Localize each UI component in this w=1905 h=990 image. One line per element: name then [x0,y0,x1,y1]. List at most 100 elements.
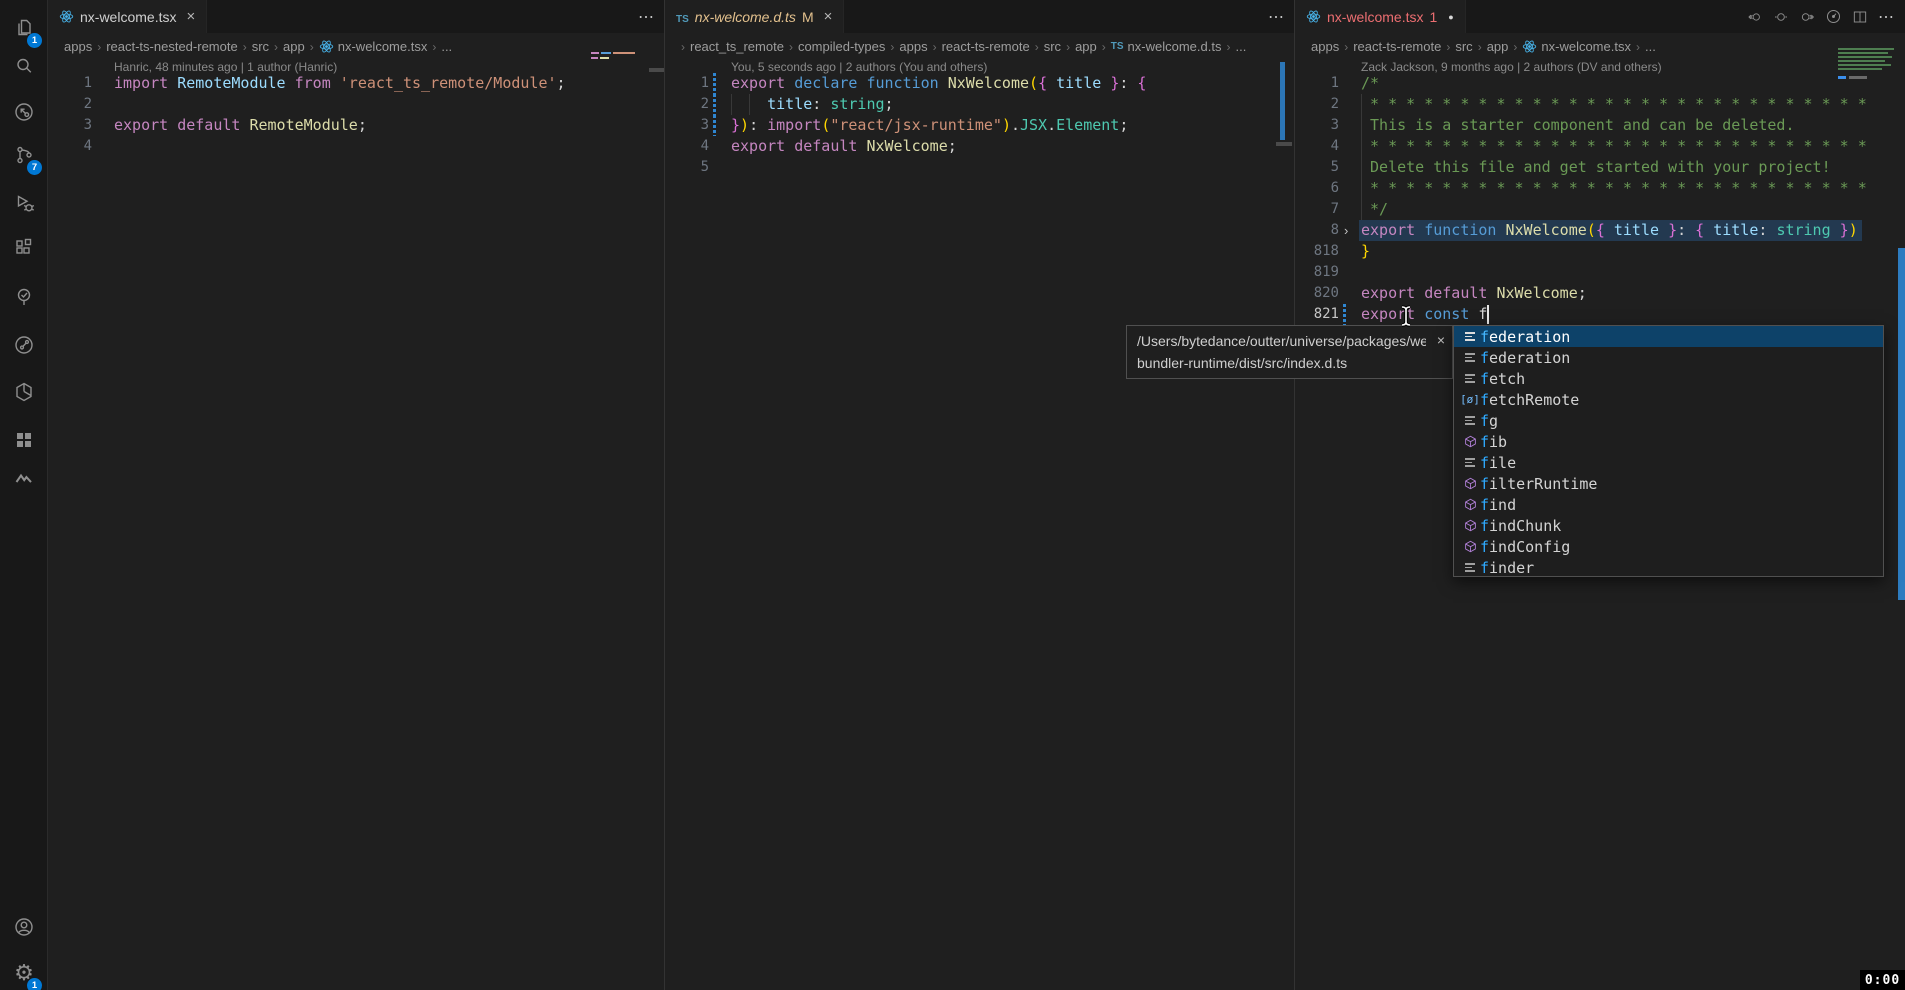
minimap[interactable] [1838,52,1888,54]
prev-change-icon[interactable] [1747,9,1763,25]
suggest-item-federation[interactable]: federation [1454,347,1883,368]
minimap[interactable] [1838,60,1885,62]
minimap[interactable] [591,52,599,54]
breadcrumb-item-react-ts-nested-remote[interactable]: react-ts-nested-remote [106,39,238,54]
breadcrumb-item-...[interactable]: ... [1645,39,1656,54]
suggest-widget[interactable]: federationfederationfetch[ø]fetchRemotef… [1453,325,1884,577]
change-icon[interactable] [1773,9,1789,25]
suggest-item-file[interactable]: file [1454,452,1883,473]
chevron-right-icon: › [310,40,314,54]
breadcrumb-item-...[interactable]: ... [441,39,452,54]
more-actions-icon[interactable]: ⋯ [1878,7,1895,27]
tab-nx-welcome.tsx[interactable]: nx-welcome.tsx1● [1295,0,1466,33]
chevron-right-icon: › [1102,40,1106,54]
close-icon[interactable]: × [186,8,195,25]
run-debug-icon[interactable] [0,181,48,225]
fold-chevron-icon[interactable]: › [1344,220,1348,241]
suggest-item-find[interactable]: find [1454,494,1883,515]
suggest-item-fg[interactable]: fg [1454,410,1883,431]
split-editor-icon[interactable] [1852,9,1868,25]
breadcrumb-item-react-ts-remote[interactable]: react-ts-remote [1353,39,1441,54]
suggest-item-label: findChunk [1480,517,1561,535]
references-icon[interactable] [0,90,48,134]
testing-tree-icon[interactable] [0,275,48,319]
minimap[interactable] [1838,68,1882,70]
suggest-item-label: finder [1480,559,1534,577]
minimap-slider[interactable] [649,68,664,72]
next-change-icon[interactable] [1799,9,1815,25]
breadcrumb-item-...[interactable]: ... [1235,39,1246,54]
suggest-item-findChunk[interactable]: findChunk [1454,515,1883,536]
close-icon[interactable]: × [824,8,833,25]
git-blame-lens[interactable]: Zack Jackson, 9 months ago | 2 authors (… [1361,60,1662,73]
editor-pane-1: nx-welcome.tsx×⋯apps›react-ts-nested-rem… [48,0,665,990]
source-control-icon[interactable]: 7 [0,133,48,177]
dirty-dot-icon[interactable]: ● [1448,12,1453,22]
minimap[interactable] [1838,56,1892,58]
recording-timer: 0:00 [1860,970,1905,990]
suggest-item-federation[interactable]: federation [1454,326,1883,347]
code-editor[interactable]: You, 5 seconds ago | 2 authors (You and … [665,60,1295,990]
breadcrumb-item-nx-welcome.d.ts[interactable]: TSnx-welcome.d.ts [1111,39,1222,54]
suggest-item-filterRuntime[interactable]: filterRuntime [1454,473,1883,494]
pane-divider[interactable] [1294,0,1295,990]
breadcrumb-item-apps[interactable]: apps [899,39,927,54]
code-line-818: } [1361,241,1370,262]
suggest-item-finder[interactable]: finder [1454,557,1883,578]
tab-nx-welcome.tsx[interactable]: nx-welcome.tsx× [48,0,207,33]
suggest-item-findConfig[interactable]: findConfig [1454,536,1883,557]
nx-console-icon[interactable] [0,456,48,500]
chevron-right-icon: › [789,40,793,54]
breadcrumb-item-src[interactable]: src [1044,39,1061,54]
gitlens-icon[interactable] [1825,8,1842,25]
tab-title: nx-welcome.d.ts [695,9,796,25]
pane-divider[interactable] [664,0,665,990]
breadcrumb-item-nx-welcome.tsx[interactable]: nx-welcome.tsx [319,39,428,54]
suggest-details-path-line1: /Users/bytedance/outter/universe/package… [1137,333,1426,349]
code-editor[interactable]: Hanric, 48 minutes ago | 1 author (Hanri… [48,60,665,990]
breadcrumb-item-apps[interactable]: apps [64,39,92,54]
code-line-2: title: string; [731,94,894,115]
chevron-right-icon: › [1446,40,1450,54]
breadcrumb-item-react-ts-remote[interactable]: react-ts-remote [942,39,1030,54]
tab-nx-welcome.d.ts[interactable]: TSnx-welcome.d.tsM× [665,0,844,33]
breadcrumb-item-src[interactable]: src [252,39,269,54]
symbol-text-icon [1460,416,1480,425]
git-blame-lens[interactable]: You, 5 seconds ago | 2 authors (You and … [731,60,987,73]
suggest-item-label: find [1480,496,1516,514]
minimap[interactable] [1838,64,1891,66]
hexagon-tool-icon[interactable] [0,370,48,414]
breadcrumb-item-reacttsremote[interactable]: react_ts_remote [690,39,784,54]
suggest-item-label: file [1480,454,1516,472]
breadcrumb-item-apps[interactable]: apps [1311,39,1339,54]
minimap[interactable] [1838,48,1894,50]
suggest-item-fetchRemote[interactable]: [ø]fetchRemote [1454,389,1883,410]
breadcrumb-item-app[interactable]: app [1075,39,1097,54]
close-icon[interactable]: × [1437,332,1445,348]
breadcrumb: ›react_ts_remote›compiled-types›apps›rea… [665,33,1295,60]
line-number: 8 [1295,220,1339,241]
tab-bar: TSnx-welcome.d.tsM× ⋯ [665,0,1295,33]
account-icon[interactable] [0,905,48,949]
suggest-item-fetch[interactable]: fetch [1454,368,1883,389]
extensions-icon[interactable] [0,226,48,270]
minimap-slider[interactable] [1276,142,1292,146]
git-blame-lens[interactable]: Hanric, 48 minutes ago | 1 author (Hanri… [114,60,337,73]
scrollbar-decoration[interactable] [1898,248,1905,600]
line-number: 1 [48,73,92,94]
history-circle-icon[interactable] [0,323,48,367]
chevron-right-icon: › [243,40,247,54]
line-number: 3 [665,115,709,136]
breadcrumb-item-nx-welcome.tsx[interactable]: nx-welcome.tsx [1522,39,1631,54]
search-icon[interactable] [0,44,48,88]
breadcrumb-item-app[interactable]: app [1487,39,1509,54]
breadcrumb-item-app[interactable]: app [283,39,305,54]
more-actions-icon[interactable]: ⋯ [638,7,655,27]
breadcrumb-item-compiled-types[interactable]: compiled-types [798,39,885,54]
more-actions-icon[interactable]: ⋯ [1268,7,1285,27]
settings-icon[interactable]: ⚙1 [0,951,48,990]
code-line-2: * * * * * * * * * * * * * * * * * * * * … [1361,94,1867,115]
breadcrumb-item-src[interactable]: src [1455,39,1472,54]
tab-suffix: 1 [1429,9,1437,25]
suggest-item-fib[interactable]: fib [1454,431,1883,452]
